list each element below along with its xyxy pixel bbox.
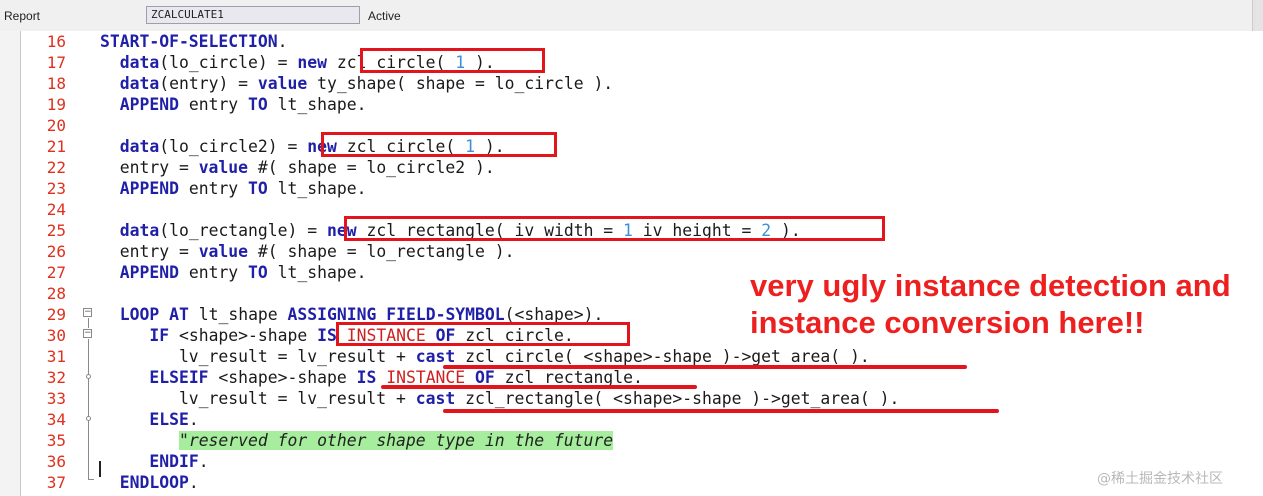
line-number: 18 (46, 74, 66, 93)
line-number: 26 (46, 242, 66, 261)
fold-branch-icon (86, 416, 91, 421)
highlight-box-new-circle2 (321, 132, 557, 157)
code-line[interactable]: 37 ENDLOOP. (0, 472, 1263, 493)
program-type-label: Report (4, 9, 41, 23)
annotation-line-2: instance conversion here!! (750, 305, 1145, 340)
line-number: 22 (46, 158, 66, 177)
underline-cast-rectangle (443, 409, 999, 413)
code-line[interactable]: 21 data(lo_circle2) = new zcl_circle( 1 … (0, 136, 1263, 157)
highlight-box-new-circle (360, 48, 545, 73)
line-number: 17 (46, 53, 66, 72)
line-number: 36 (46, 452, 66, 471)
line-number: 32 (46, 368, 66, 387)
line-number: 29 (46, 305, 66, 324)
code-text: ENDIF. (149, 452, 209, 471)
program-header-bar: Report ZCALCULATE1 Active (0, 0, 1263, 32)
code-text: APPEND entry TO lt_shape. (119, 179, 367, 198)
program-status: Active (368, 9, 401, 23)
code-line[interactable]: 19 APPEND entry TO lt_shape. (0, 94, 1263, 115)
code-line[interactable]: 16 START-OF-SELECTION. (0, 31, 1263, 52)
code-line[interactable]: 22 entry = value #( shape = lo_circle2 )… (0, 157, 1263, 178)
line-number: 16 (46, 32, 66, 51)
line-number: 35 (46, 431, 66, 450)
code-line[interactable]: 18 data(entry) = value ty_shape( shape =… (0, 73, 1263, 94)
program-name-field[interactable]: ZCALCULATE1 (146, 6, 360, 24)
fold-collapse-icon[interactable]: − (83, 308, 92, 317)
code-editor[interactable]: 16 START-OF-SELECTION. 17 data(lo_circle) … (0, 31, 1263, 496)
line-number: 34 (46, 410, 66, 429)
line-number: 24 (46, 200, 66, 219)
code-text: ELSE. (149, 410, 199, 429)
code-line[interactable]: 23 APPEND entry TO lt_shape. (0, 178, 1263, 199)
watermark: @稀土掘金技术社区 (1097, 471, 1223, 487)
line-number: 31 (46, 347, 66, 366)
fold-guide-line (88, 339, 89, 479)
fold-branch-icon (86, 374, 91, 379)
code-text: APPEND entry TO lt_shape. (119, 263, 367, 282)
fold-end-marker (88, 479, 94, 480)
code-text: lv_result = lv_result + cast zcl_rectang… (100, 389, 900, 408)
code-line[interactable]: 17 data(lo_circle) = new zcl_circle( 1 )… (0, 52, 1263, 73)
code-text: lv_result = lv_result + cast zcl_circle(… (100, 347, 870, 366)
line-number: 33 (46, 389, 66, 408)
code-line[interactable]: 26 entry = value #( shape = lo_rectangle… (0, 241, 1263, 262)
code-line[interactable]: 35 "reserved for other shape type in the… (0, 430, 1263, 451)
line-number: 30 (46, 326, 66, 345)
line-number: 25 (46, 221, 66, 240)
code-text: entry = value #( shape = lo_rectangle ). (100, 242, 515, 261)
code-line[interactable]: 31 lv_result = lv_result + cast zcl_circ… (0, 346, 1263, 367)
line-number: 21 (46, 137, 66, 156)
line-number: 23 (46, 179, 66, 198)
line-number: 37 (46, 473, 66, 492)
text-cursor (99, 461, 101, 477)
code-line[interactable]: 20 (0, 115, 1263, 136)
code-text: APPEND entry TO lt_shape. (119, 95, 367, 114)
code-text: START-OF-SELECTION. (100, 32, 288, 51)
underline-cast-circle (443, 365, 967, 369)
annotation-line-1: very ugly instance detection and (750, 268, 1231, 303)
underline-instance-of-rectangle (381, 385, 697, 389)
line-number: 27 (46, 263, 66, 282)
fold-collapse-icon[interactable]: − (83, 329, 92, 338)
line-number: 19 (46, 95, 66, 114)
code-line[interactable]: 33 lv_result = lv_result + cast zcl_rect… (0, 388, 1263, 409)
highlight-box-instance-of-circle (336, 322, 630, 346)
line-number: 28 (46, 284, 66, 303)
code-text: entry = value #( shape = lo_circle2 ). (100, 158, 495, 177)
code-line[interactable]: 36 ENDIF. (0, 451, 1263, 472)
code-text: "reserved for other shape type in the fu… (178, 431, 614, 450)
fold-guide-line (88, 318, 89, 328)
code-text: data(entry) = value ty_shape( shape = lo… (119, 74, 614, 93)
highlight-box-new-rectangle (344, 216, 885, 241)
code-text: ENDLOOP. (119, 473, 199, 492)
scrollbar[interactable] (1252, 0, 1263, 31)
line-number: 20 (46, 116, 66, 135)
